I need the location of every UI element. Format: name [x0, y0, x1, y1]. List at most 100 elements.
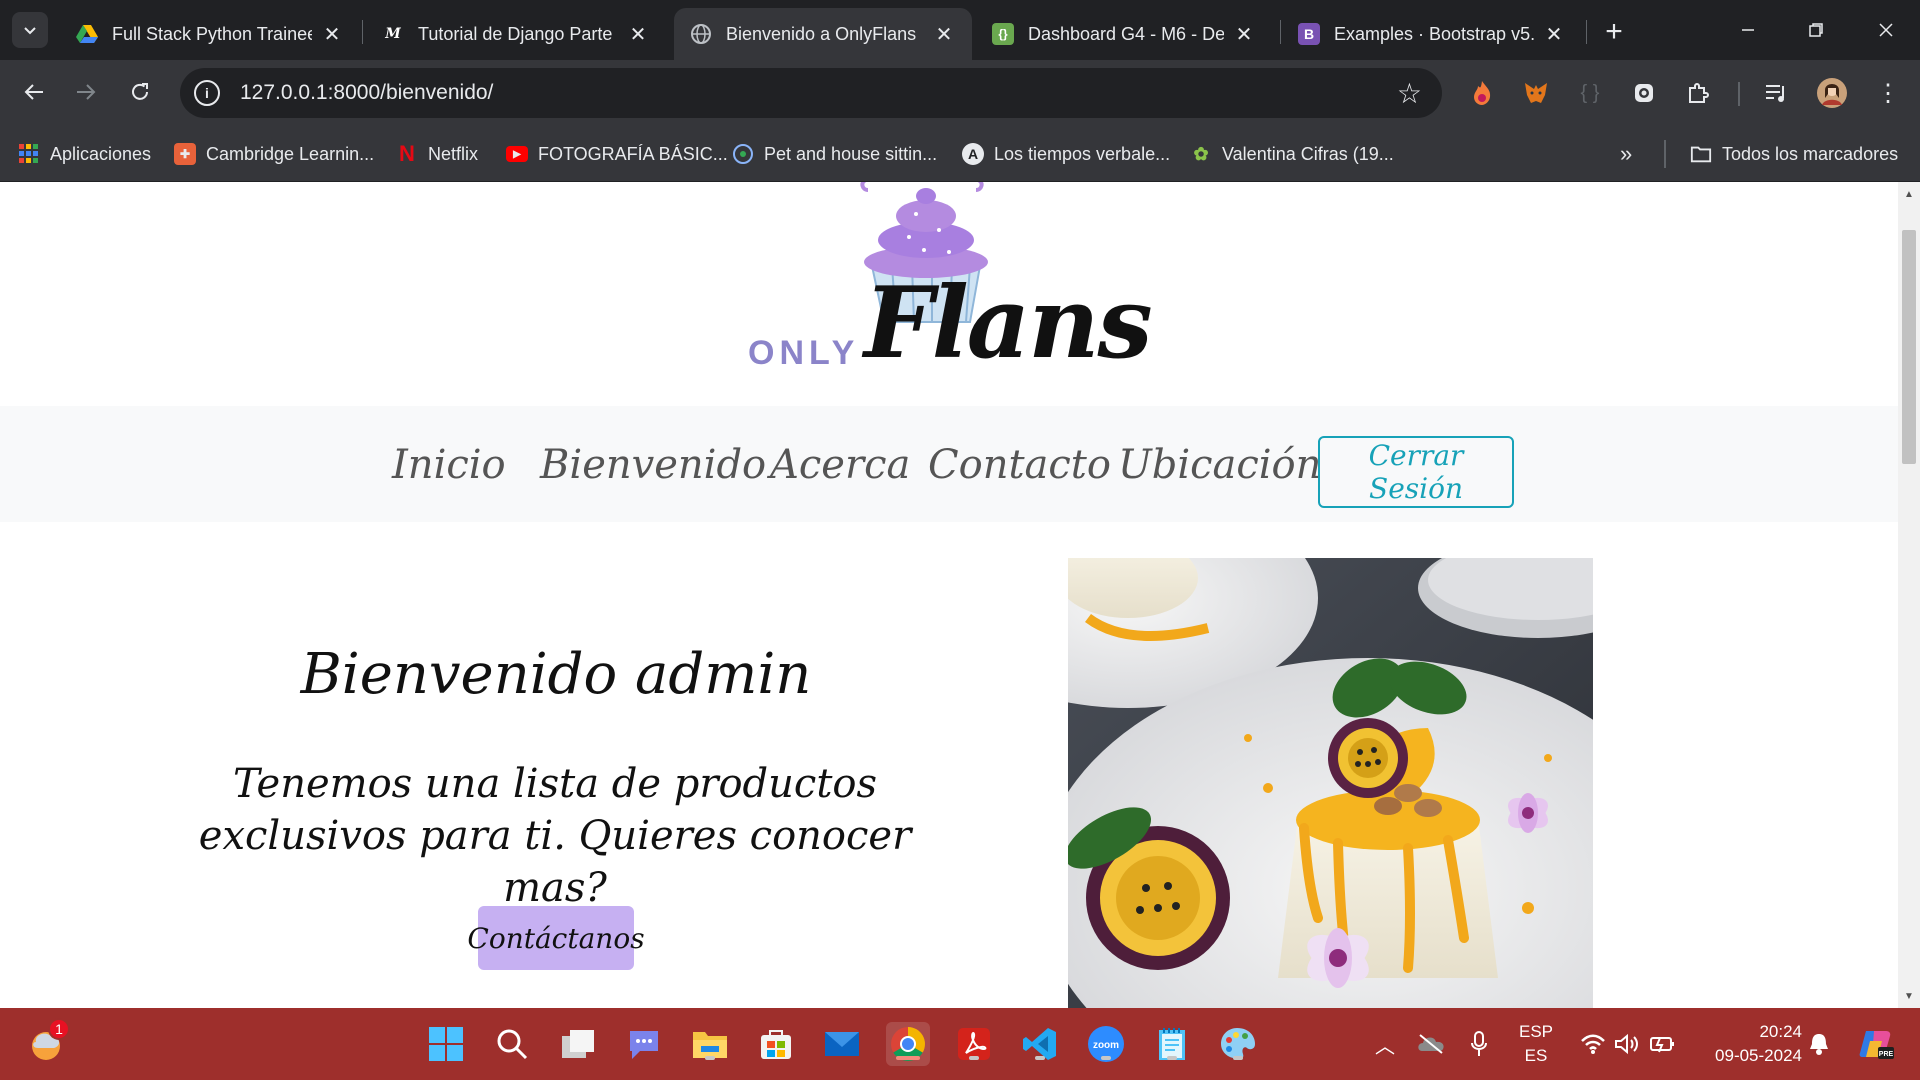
scroll-up-icon[interactable]: ▲: [1898, 184, 1920, 204]
bookmark-apps[interactable]: Aplicaciones: [18, 140, 151, 168]
back-button[interactable]: [14, 72, 54, 112]
metamask-icon[interactable]: [1520, 77, 1552, 109]
onedrive-offline-icon[interactable]: [1414, 1008, 1448, 1080]
close-icon[interactable]: ✕: [932, 22, 956, 46]
language-indicator[interactable]: ESP ES: [1518, 1020, 1554, 1068]
tab-onlyflans[interactable]: Bienvenido a OnlyFlans ✕: [674, 8, 972, 60]
extension-fire-icon[interactable]: [1466, 77, 1498, 109]
nav-link-acerca[interactable]: Acerca: [770, 442, 910, 488]
forward-button[interactable]: [66, 72, 106, 112]
acrobat-icon[interactable]: [952, 1022, 996, 1066]
tab-full-stack-python[interactable]: Full Stack Python Trainee ✕: [60, 8, 360, 60]
star-icon[interactable]: ☆: [1397, 77, 1422, 110]
chrome-icon[interactable]: [886, 1022, 930, 1066]
more-menu-icon[interactable]: ⋮: [1872, 77, 1904, 109]
scrollbar-thumb[interactable]: [1902, 230, 1916, 464]
tab-title: Dashboard G4 - M6 - De: [1028, 23, 1224, 44]
tab-separator: [362, 20, 363, 44]
close-icon[interactable]: ✕: [1542, 22, 1566, 46]
restore-button[interactable]: [1782, 0, 1850, 60]
cambridge-icon: ✚: [174, 143, 196, 165]
media-controls-icon[interactable]: [1760, 77, 1792, 109]
notepad-icon[interactable]: [1150, 1022, 1194, 1066]
double-chevron-icon: »: [1620, 141, 1633, 166]
page-scrollbar[interactable]: ▲ ▼: [1898, 182, 1920, 1008]
close-icon[interactable]: ✕: [626, 22, 650, 46]
show-hidden-icons-button[interactable]: ︿: [1370, 1008, 1400, 1080]
nav-link-inicio[interactable]: Inicio: [392, 442, 506, 488]
nav-link-ubicacion[interactable]: Ubicación: [1118, 442, 1321, 488]
vscode-icon[interactable]: [1018, 1022, 1062, 1066]
bookmark-cambridge[interactable]: ✚ Cambridge Learnin...: [174, 140, 374, 168]
wifi-icon[interactable]: [1578, 1008, 1608, 1080]
bookmark-label: FOTOGRAFÍA BÁSIC...: [538, 143, 728, 164]
tab-search-button[interactable]: [12, 12, 48, 48]
clock-date: 09-05-2024: [1715, 1046, 1802, 1065]
extensions-puzzle-icon[interactable]: [1682, 77, 1714, 109]
bookmark-valentina-cifras[interactable]: ✿ Valentina Cifras (19...: [1190, 140, 1393, 168]
leaf-icon: ✿: [1193, 143, 1209, 164]
new-tab-button[interactable]: +: [1596, 14, 1632, 50]
welcome-heading: Bienvenido admin: [300, 642, 812, 707]
notification-bell-icon[interactable]: [1804, 1008, 1834, 1080]
bookmark-label: Todos los marcadores: [1722, 143, 1899, 164]
start-icon[interactable]: [424, 1022, 468, 1066]
url-text[interactable]: 127.0.0.1:8000/bienvenido/: [240, 81, 1397, 105]
plus-icon: +: [1605, 15, 1623, 48]
bookmark-label: Los tiempos verbale...: [994, 143, 1171, 164]
battery-icon[interactable]: [1648, 1008, 1678, 1080]
bookmark-tiempos-verbales[interactable]: A Los tiempos verbale...: [962, 140, 1170, 168]
file-explorer-icon[interactable]: [688, 1022, 732, 1066]
tab-bootstrap-examples[interactable]: B Examples · Bootstrap v5.0 ✕: [1282, 8, 1582, 60]
logo-flans-text: Flans: [864, 266, 1153, 381]
bookmark-fotografia[interactable]: ▶ FOTOGRAFÍA BÁSIC...: [506, 140, 728, 168]
nav-link-bienvenido[interactable]: Bienvenido: [540, 442, 766, 488]
running-indicator: [969, 1056, 979, 1060]
minimize-button[interactable]: [1714, 0, 1782, 60]
arrow-right-icon: [77, 84, 96, 100]
tab-dashboard-g4[interactable]: {} Dashboard G4 - M6 - De ✕: [976, 8, 1272, 60]
microphone-icon[interactable]: [1464, 1008, 1494, 1080]
paint-icon[interactable]: [1216, 1022, 1260, 1066]
store-icon[interactable]: [754, 1022, 798, 1066]
json-viewer-icon[interactable]: { }: [1574, 77, 1606, 109]
bookmark-label: Pet and house sittin...: [764, 143, 938, 164]
bookmarks-bar: Aplicaciones ✚ Cambridge Learnin... N Ne…: [0, 126, 1920, 182]
nav-link-contacto[interactable]: Contacto: [928, 442, 1111, 488]
bookmark-pet-sitting[interactable]: Pet and house sittin...: [732, 140, 937, 168]
browser-toolbar: i 127.0.0.1:8000/bienvenido/ ☆ { } ⋮: [0, 60, 1920, 126]
tab-title: Examples · Bootstrap v5.0: [1334, 23, 1534, 44]
apps-grid-icon: [18, 143, 40, 165]
task-view-icon[interactable]: [556, 1022, 600, 1066]
teams-chat-icon[interactable]: [622, 1022, 666, 1066]
bookmark-netflix[interactable]: N Netflix: [396, 140, 478, 168]
close-window-button[interactable]: [1852, 0, 1920, 60]
bookmark-label: Cambridge Learnin...: [206, 143, 375, 164]
pet-sitting-icon: [732, 143, 754, 165]
all-bookmarks-button[interactable]: Todos los marcadores: [1690, 140, 1898, 168]
site-info-icon[interactable]: i: [194, 80, 220, 106]
volume-icon[interactable]: [1612, 1008, 1642, 1080]
toolbar-separator: [1738, 82, 1740, 106]
globe-icon: [690, 23, 712, 45]
tab-strip: Full Stack Python Trainee ✕ M Tutorial d…: [0, 0, 1920, 60]
reload-button[interactable]: [120, 72, 160, 112]
scroll-down-icon[interactable]: ▼: [1898, 986, 1920, 1006]
profile-avatar[interactable]: [1816, 77, 1848, 109]
restore-icon: [1809, 23, 1823, 37]
onlyflans-logo[interactable]: ONLY Flans: [744, 182, 1153, 382]
copilot-icon[interactable]: PRE: [1854, 1008, 1898, 1080]
close-icon[interactable]: ✕: [1232, 22, 1256, 46]
close-icon[interactable]: ✕: [320, 22, 344, 46]
zoom-icon[interactable]: zoom: [1084, 1022, 1128, 1066]
address-bar[interactable]: i 127.0.0.1:8000/bienvenido/ ☆: [180, 68, 1442, 118]
running-indicator: [1035, 1056, 1045, 1060]
more-bookmarks-button[interactable]: »: [1620, 140, 1632, 168]
search-icon[interactable]: [490, 1022, 534, 1066]
logout-button[interactable]: Cerrar Sesión: [1318, 436, 1514, 508]
tab-django-tutorial[interactable]: M Tutorial de Django Parte ✕: [366, 8, 666, 60]
screen-recorder-icon[interactable]: [1628, 77, 1660, 109]
clock[interactable]: 20:24 09-05-2024: [1694, 1020, 1802, 1068]
contact-button[interactable]: Contáctanos: [467, 906, 645, 970]
mail-icon[interactable]: [820, 1022, 864, 1066]
